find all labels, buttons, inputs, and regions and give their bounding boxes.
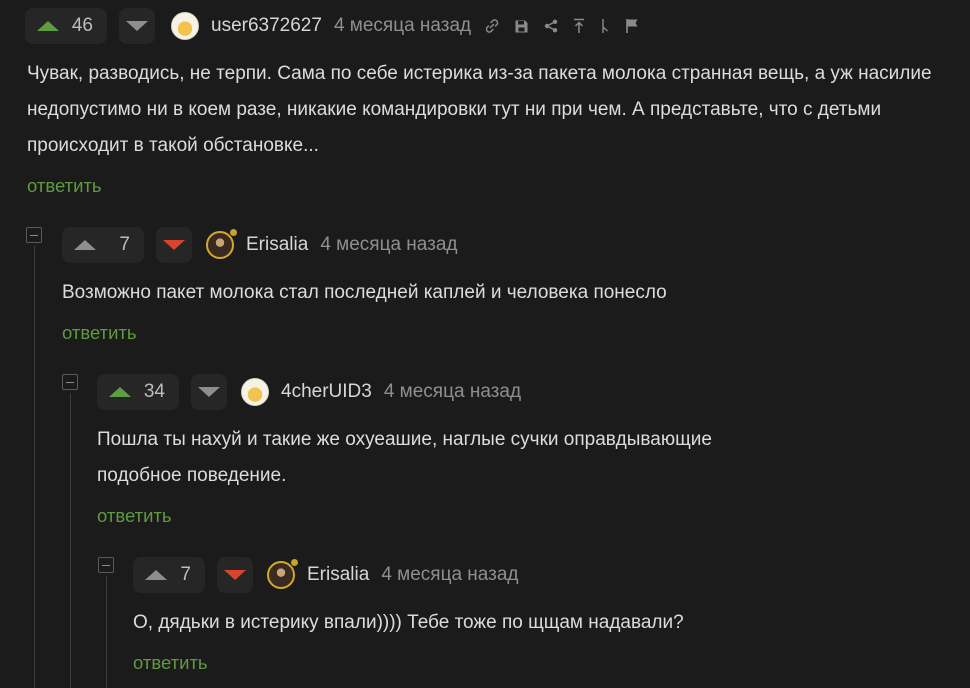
collapse-toggle[interactable] [62,374,78,390]
comment-header: 7 Erisalia 4 месяца назад [133,557,519,593]
thread-line[interactable] [70,393,71,688]
rating-count: 7 [119,234,130,255]
comment-text: Чувак, разводись, не терпи. Сама по себе… [27,63,932,156]
timestamp[interactable]: 4 месяца назад [320,234,457,256]
reply-button[interactable]: ответить [133,652,208,674]
thread-line[interactable] [34,246,35,688]
rating-count: 46 [71,15,93,36]
rating-count: 7 [180,564,191,585]
username[interactable]: user6372627 [211,15,322,37]
online-indicator [230,229,237,236]
avatar[interactable] [241,378,269,406]
comment-header: 34 4cherUID3 4 месяца назад [97,374,521,410]
online-indicator [291,559,298,566]
downvote-arrow-icon [198,387,220,397]
upvote-button[interactable]: 7 [62,227,144,263]
upvote-arrow-icon [37,21,59,31]
upvote-button[interactable]: 34 [97,374,179,410]
username[interactable]: Erisalia [307,564,369,586]
reply-button[interactable]: ответить [97,505,172,527]
reply-button[interactable]: ответить [27,175,102,197]
comment-header: 7 Erisalia 4 месяца назад [62,227,458,263]
go-to-parent-icon[interactable] [573,18,585,34]
downvote-arrow-icon [224,570,246,580]
branch-icon[interactable] [600,18,610,34]
timestamp[interactable]: 4 месяца назад [381,564,518,586]
downvote-button[interactable] [156,227,192,263]
downvote-arrow-icon [163,240,185,250]
avatar[interactable] [171,12,199,40]
avatar[interactable] [267,559,298,589]
thread-line[interactable] [106,576,107,688]
link-icon[interactable] [485,19,499,33]
upvote-arrow-icon [109,387,131,397]
report-flag-icon[interactable] [625,18,639,34]
upvote-button[interactable]: 46 [25,8,107,44]
downvote-button[interactable] [217,557,253,593]
share-icon[interactable] [544,19,558,33]
comment-text: Возможно пакет молока стал последней кап… [62,282,667,303]
downvote-button[interactable] [119,8,155,44]
upvote-button[interactable]: 7 [133,557,205,593]
comment-toolbar [485,18,639,34]
avatar[interactable] [206,229,237,259]
comment-text: О, дядьки в истерику впали)))) Тебе тоже… [133,612,684,633]
timestamp[interactable]: 4 месяца назад [334,15,471,37]
reply-button[interactable]: ответить [62,322,137,344]
collapse-toggle[interactable] [98,557,114,573]
collapse-toggle[interactable] [26,227,42,243]
upvote-arrow-icon [74,240,96,250]
username[interactable]: Erisalia [246,234,308,256]
save-icon[interactable] [514,19,529,34]
comment-text: Пошла ты нахуй и такие же охуеашие, нагл… [97,429,712,486]
username[interactable]: 4cherUID3 [281,381,372,403]
downvote-button[interactable] [191,374,227,410]
timestamp[interactable]: 4 месяца назад [384,381,521,403]
rating-count: 34 [143,381,165,402]
upvote-arrow-icon [145,570,167,580]
downvote-arrow-icon [126,21,148,31]
comment-header: 46 user6372627 4 месяца назад [25,8,639,44]
